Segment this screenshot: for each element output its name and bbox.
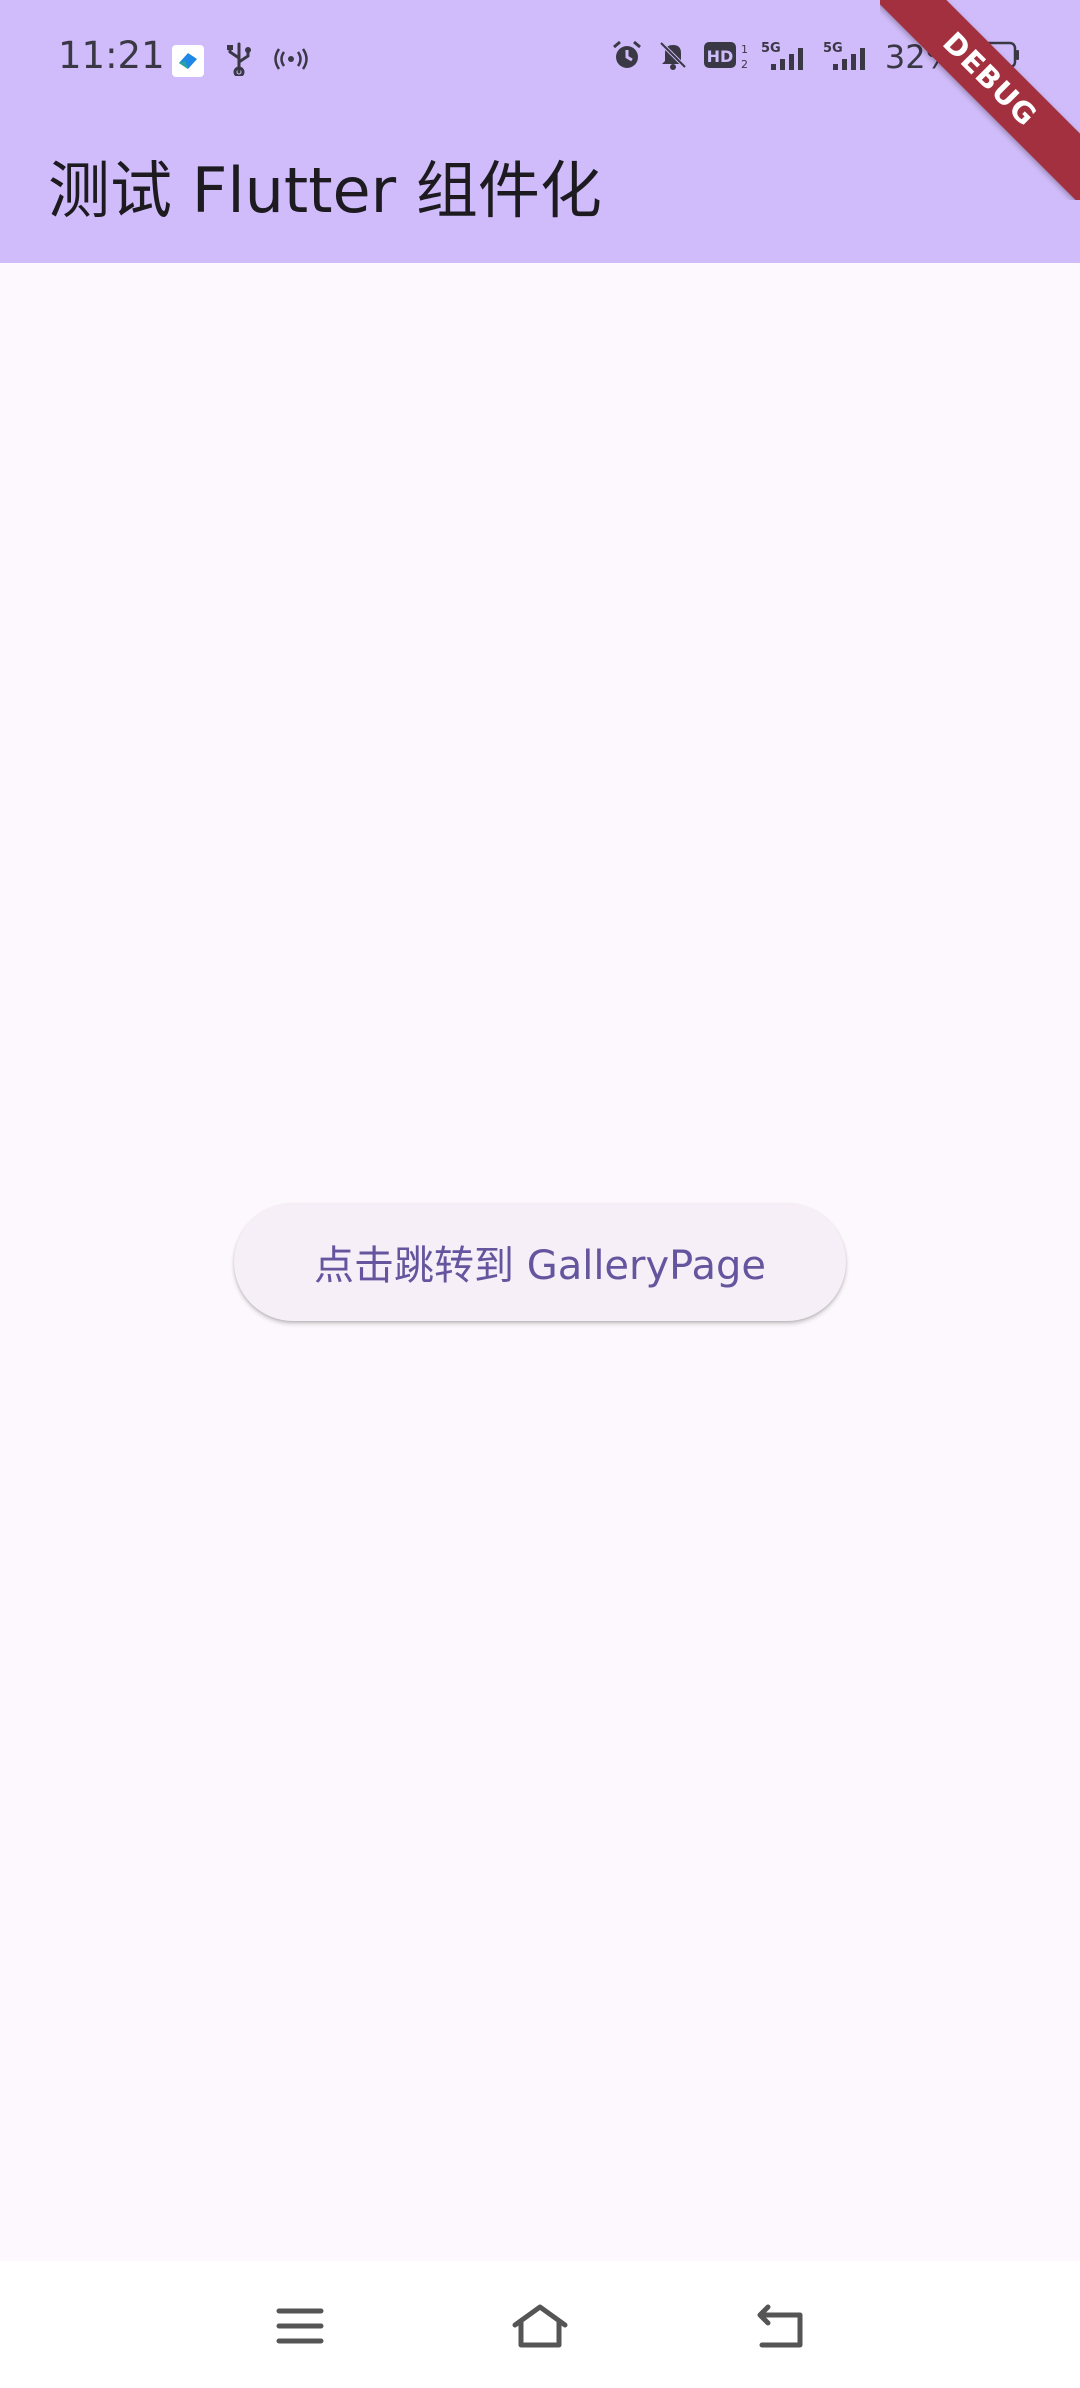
screen: 11:21 HD 1 2 5G 5G 32% 测试 Flutter 组件化 DE… bbox=[0, 0, 1080, 2388]
battery-percent: 32% bbox=[884, 38, 956, 76]
svg-text:2: 2 bbox=[741, 58, 747, 71]
svg-text:1: 1 bbox=[741, 43, 747, 56]
signal-5g-icon-2: 5G bbox=[823, 38, 871, 76]
back-icon[interactable] bbox=[750, 2301, 810, 2351]
signal-5g-icon-1: 5G bbox=[761, 38, 809, 76]
hotspot-icon bbox=[274, 47, 308, 75]
goto-gallery-button[interactable]: 点击跳转到 GalleryPage bbox=[234, 1203, 846, 1321]
menu-icon[interactable] bbox=[270, 2301, 330, 2351]
system-nav-bar bbox=[0, 2261, 1080, 2388]
svg-text:5G: 5G bbox=[761, 41, 781, 56]
mute-notification-icon bbox=[657, 39, 689, 75]
app-notification-icon bbox=[172, 45, 204, 77]
page-body: 点击跳转到 GalleryPage bbox=[0, 263, 1080, 2261]
home-icon[interactable] bbox=[510, 2301, 570, 2351]
alarm-icon bbox=[611, 39, 643, 75]
app-bar: 测试 Flutter 组件化 bbox=[0, 120, 1080, 263]
top-area: 11:21 HD 1 2 5G 5G 32% 测试 Flutter 组件化 bbox=[0, 0, 1080, 263]
status-right-icons: HD 1 2 5G 5G 32% bbox=[611, 38, 1020, 76]
app-bar-title: 测试 Flutter 组件化 bbox=[48, 154, 602, 227]
svg-text:HD: HD bbox=[707, 47, 734, 66]
usb-icon bbox=[224, 42, 254, 80]
svg-text:5G: 5G bbox=[823, 41, 843, 56]
hd-icon: HD 1 2 bbox=[703, 39, 748, 75]
battery-icon bbox=[969, 40, 1020, 74]
status-left-icons bbox=[172, 42, 308, 80]
status-time: 11:21 bbox=[58, 34, 165, 77]
status-bar: 11:21 HD 1 2 5G 5G 32% bbox=[0, 0, 1080, 120]
